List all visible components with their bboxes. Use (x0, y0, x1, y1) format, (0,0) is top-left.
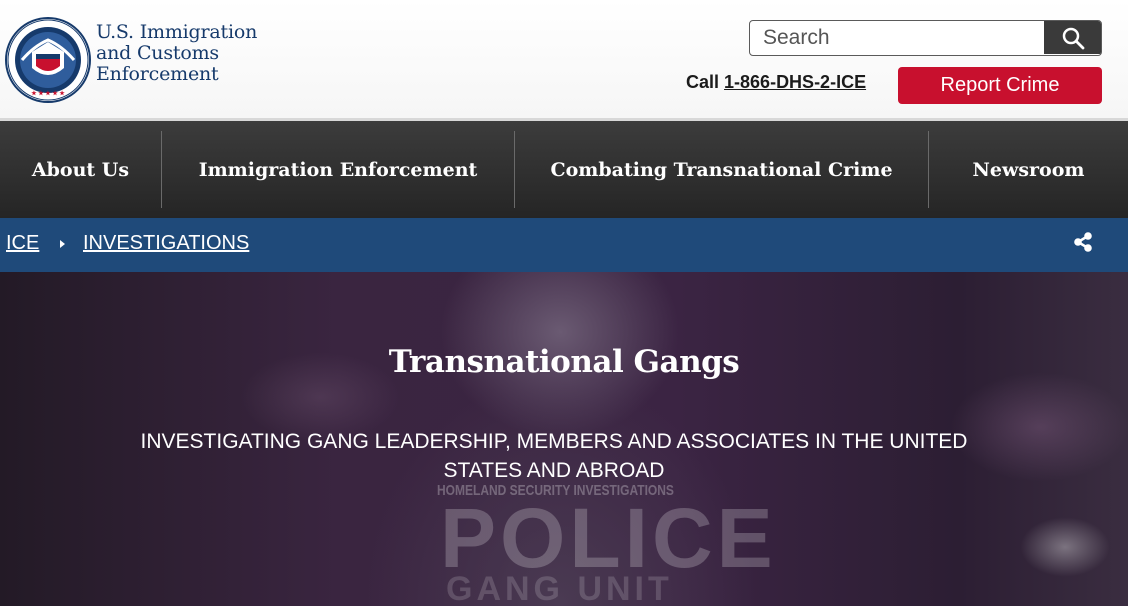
search-button[interactable] (1044, 21, 1101, 54)
agency-name-line: U.S. Immigration (96, 21, 258, 43)
page-subtitle: INVESTIGATING GANG LEADERSHIP, MEMBERS A… (140, 430, 968, 482)
hero-photo-text: POLICE (440, 491, 777, 585)
search-box (749, 20, 1102, 56)
breadcrumb-item-ice[interactable]: ICE (6, 232, 39, 255)
call-number-link[interactable]: 1-866-DHS-2-ICE (724, 72, 866, 92)
dhs-seal-logo[interactable]: ★ ★ ★ ★ ★ (4, 16, 92, 104)
call-prefix: Call (686, 72, 720, 92)
hero-photo-text: GANG UNIT (446, 570, 673, 606)
breadcrumb-item-investigations[interactable]: INVESTIGATIONS (83, 232, 249, 255)
search-input[interactable] (750, 21, 1046, 54)
agency-name-line: Enforcement (96, 63, 219, 85)
nav-item-newsroom[interactable]: Newsroom (929, 121, 1128, 218)
nav-item-combating-transnational-crime[interactable]: Combating Transnational Crime (515, 121, 928, 218)
main-nav: About Us Immigration Enforcement Combati… (0, 121, 1128, 218)
hero-banner: HOMELAND SECURITY INVESTIGATIONS POLICE … (0, 272, 1128, 606)
nav-item-immigration-enforcement[interactable]: Immigration Enforcement (162, 121, 514, 218)
nav-item-about-us[interactable]: About Us (0, 121, 161, 218)
call-text: Call 1-866-DHS-2-ICE (686, 72, 866, 93)
agency-name[interactable]: U.S. Immigration and Customs Enforcement (96, 22, 257, 85)
page-title: Transnational Gangs (388, 344, 740, 380)
site-header: ★ ★ ★ ★ ★ U.S. Immigration and Customs E… (0, 0, 1128, 121)
svg-text:★ ★ ★ ★ ★: ★ ★ ★ ★ ★ (31, 90, 65, 97)
search-icon (1062, 27, 1084, 49)
report-crime-button[interactable]: Report Crime (898, 67, 1102, 104)
share-icon[interactable] (1072, 231, 1094, 253)
breadcrumb: ICE INVESTIGATIONS (0, 218, 1128, 272)
agency-name-line: and Customs (96, 42, 219, 64)
hero-light (950, 372, 1128, 482)
chevron-right-icon (60, 240, 65, 248)
hero-light (1020, 517, 1110, 577)
